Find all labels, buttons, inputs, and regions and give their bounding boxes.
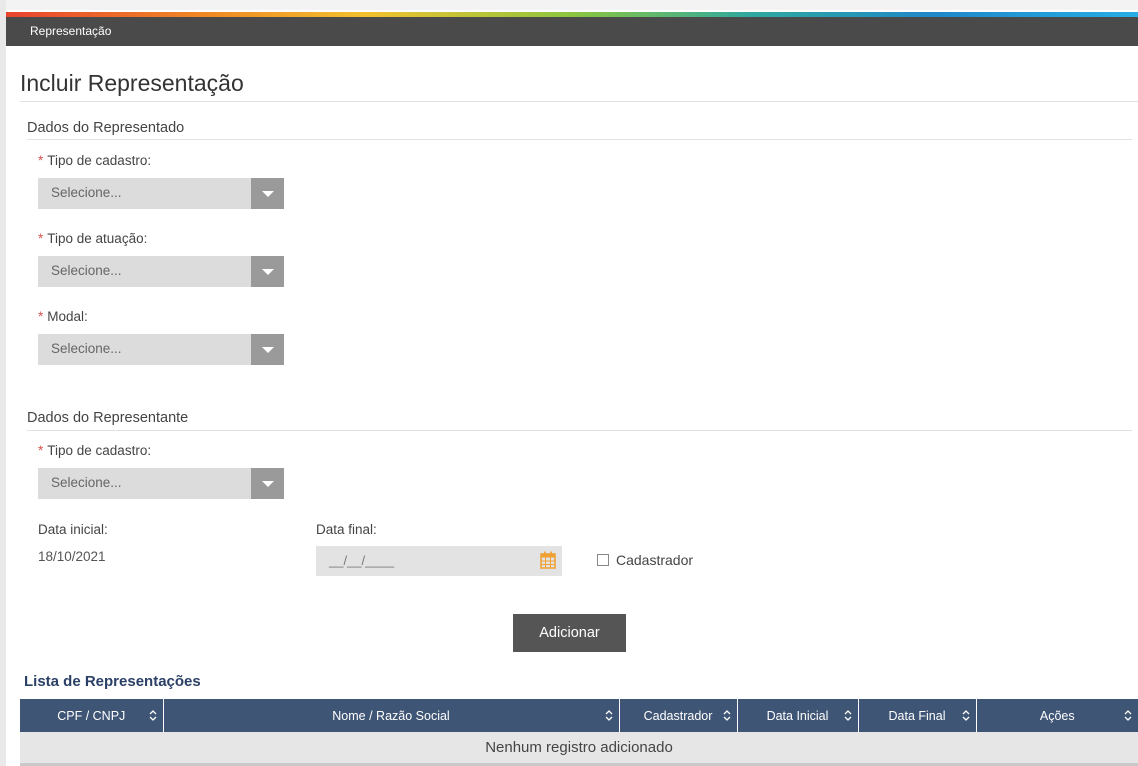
column-header-label: Ações	[1039, 708, 1075, 723]
represented-section-title: Dados do Representado	[27, 120, 185, 136]
column-header-nome-razao-social[interactable]: Nome / Razão Social	[163, 699, 620, 732]
title-divider	[20, 101, 1138, 102]
column-header-label: Data Final	[888, 708, 946, 723]
calendar-icon[interactable]	[540, 551, 556, 569]
sort-icon	[605, 710, 612, 721]
registrar-checkbox[interactable]	[597, 554, 609, 566]
empty-row: Nenhum registro adicionado	[20, 732, 1138, 766]
list-title: Lista de Representações	[24, 673, 201, 690]
represented-section-divider	[27, 139, 1132, 140]
column-header-label: CPF / CNPJ	[57, 708, 126, 723]
select-value: Selecione...	[51, 341, 122, 356]
select-value: Selecione...	[51, 263, 122, 278]
column-header-label: Nome / Razão Social	[332, 708, 450, 723]
window-frame	[0, 0, 6, 766]
column-header-acoes[interactable]: Ações	[976, 699, 1138, 732]
top-strip	[6, 0, 1138, 10]
represented-tipo-cadastro-label: * Tipo de cadastro:	[38, 153, 151, 168]
field-label-text: Tipo de atuação:	[47, 231, 148, 246]
required-mark: *	[38, 309, 44, 324]
caret-down-icon	[262, 481, 274, 487]
caret-down-icon	[262, 347, 274, 353]
sort-icon	[962, 710, 969, 721]
representative-section-title: Dados do Representante	[27, 410, 189, 426]
window-titlebar: Representação	[6, 17, 1138, 46]
field-label-text: Tipo de cadastro:	[47, 443, 152, 458]
represented-modal-select[interactable]: Selecione...	[38, 334, 284, 365]
sort-icon	[723, 710, 730, 721]
sort-icon	[844, 710, 851, 721]
representations-table: CPF / CNPJ Nome / Razão Social Cadastrad…	[20, 699, 1138, 766]
required-mark: *	[38, 153, 44, 168]
field-label-text: Tipo de cadastro:	[47, 153, 152, 168]
column-header-cpf-cnpj[interactable]: CPF / CNPJ	[20, 699, 164, 732]
field-label-text: Modal:	[47, 309, 88, 324]
dropdown-button[interactable]	[251, 468, 284, 499]
window-title: Representação	[30, 24, 112, 38]
column-header-data-inicial[interactable]: Data Inicial	[737, 699, 859, 732]
table-header-row: CPF / CNPJ Nome / Razão Social Cadastrad…	[20, 699, 1138, 732]
required-mark: *	[38, 231, 44, 246]
sort-icon	[149, 710, 156, 721]
start-date-label: Data inicial:	[38, 522, 108, 537]
column-header-data-final[interactable]: Data Final	[858, 699, 977, 732]
column-header-label: Cadastrador	[643, 708, 713, 723]
representative-tipo-cadastro-select[interactable]: Selecione...	[38, 468, 284, 499]
end-date-input[interactable]: __/__/____	[316, 546, 562, 576]
representative-tipo-cadastro-label: * Tipo de cadastro:	[38, 443, 151, 458]
represented-tipo-atuacao-select[interactable]: Selecione...	[38, 256, 284, 287]
representative-section-divider	[27, 430, 1132, 431]
column-header-cadastrador[interactable]: Cadastrador	[619, 699, 738, 732]
column-header-label: Data Inicial	[766, 708, 829, 723]
page-title: Incluir Representação	[20, 70, 244, 96]
select-value: Selecione...	[51, 475, 122, 490]
dropdown-button[interactable]	[251, 256, 284, 287]
sort-icon	[1124, 710, 1132, 721]
select-value: Selecione...	[51, 185, 122, 200]
required-mark: *	[38, 443, 44, 458]
end-date-label: Data final:	[316, 522, 377, 537]
start-date-value: 18/10/2021	[38, 549, 106, 564]
represented-tipo-atuacao-label: * Tipo de atuação:	[38, 231, 147, 246]
dropdown-button[interactable]	[251, 334, 284, 365]
empty-message: Nenhum registro adicionado	[20, 732, 1138, 766]
registrar-checkbox-label[interactable]: Cadastrador	[616, 552, 693, 568]
end-date-placeholder: __/__/____	[329, 553, 395, 568]
add-button[interactable]: Adicionar	[513, 614, 626, 652]
represented-tipo-cadastro-select[interactable]: Selecione...	[38, 178, 284, 209]
dropdown-button[interactable]	[251, 178, 284, 209]
caret-down-icon	[262, 191, 274, 197]
represented-modal-label: * Modal:	[38, 309, 88, 324]
caret-down-icon	[262, 269, 274, 275]
